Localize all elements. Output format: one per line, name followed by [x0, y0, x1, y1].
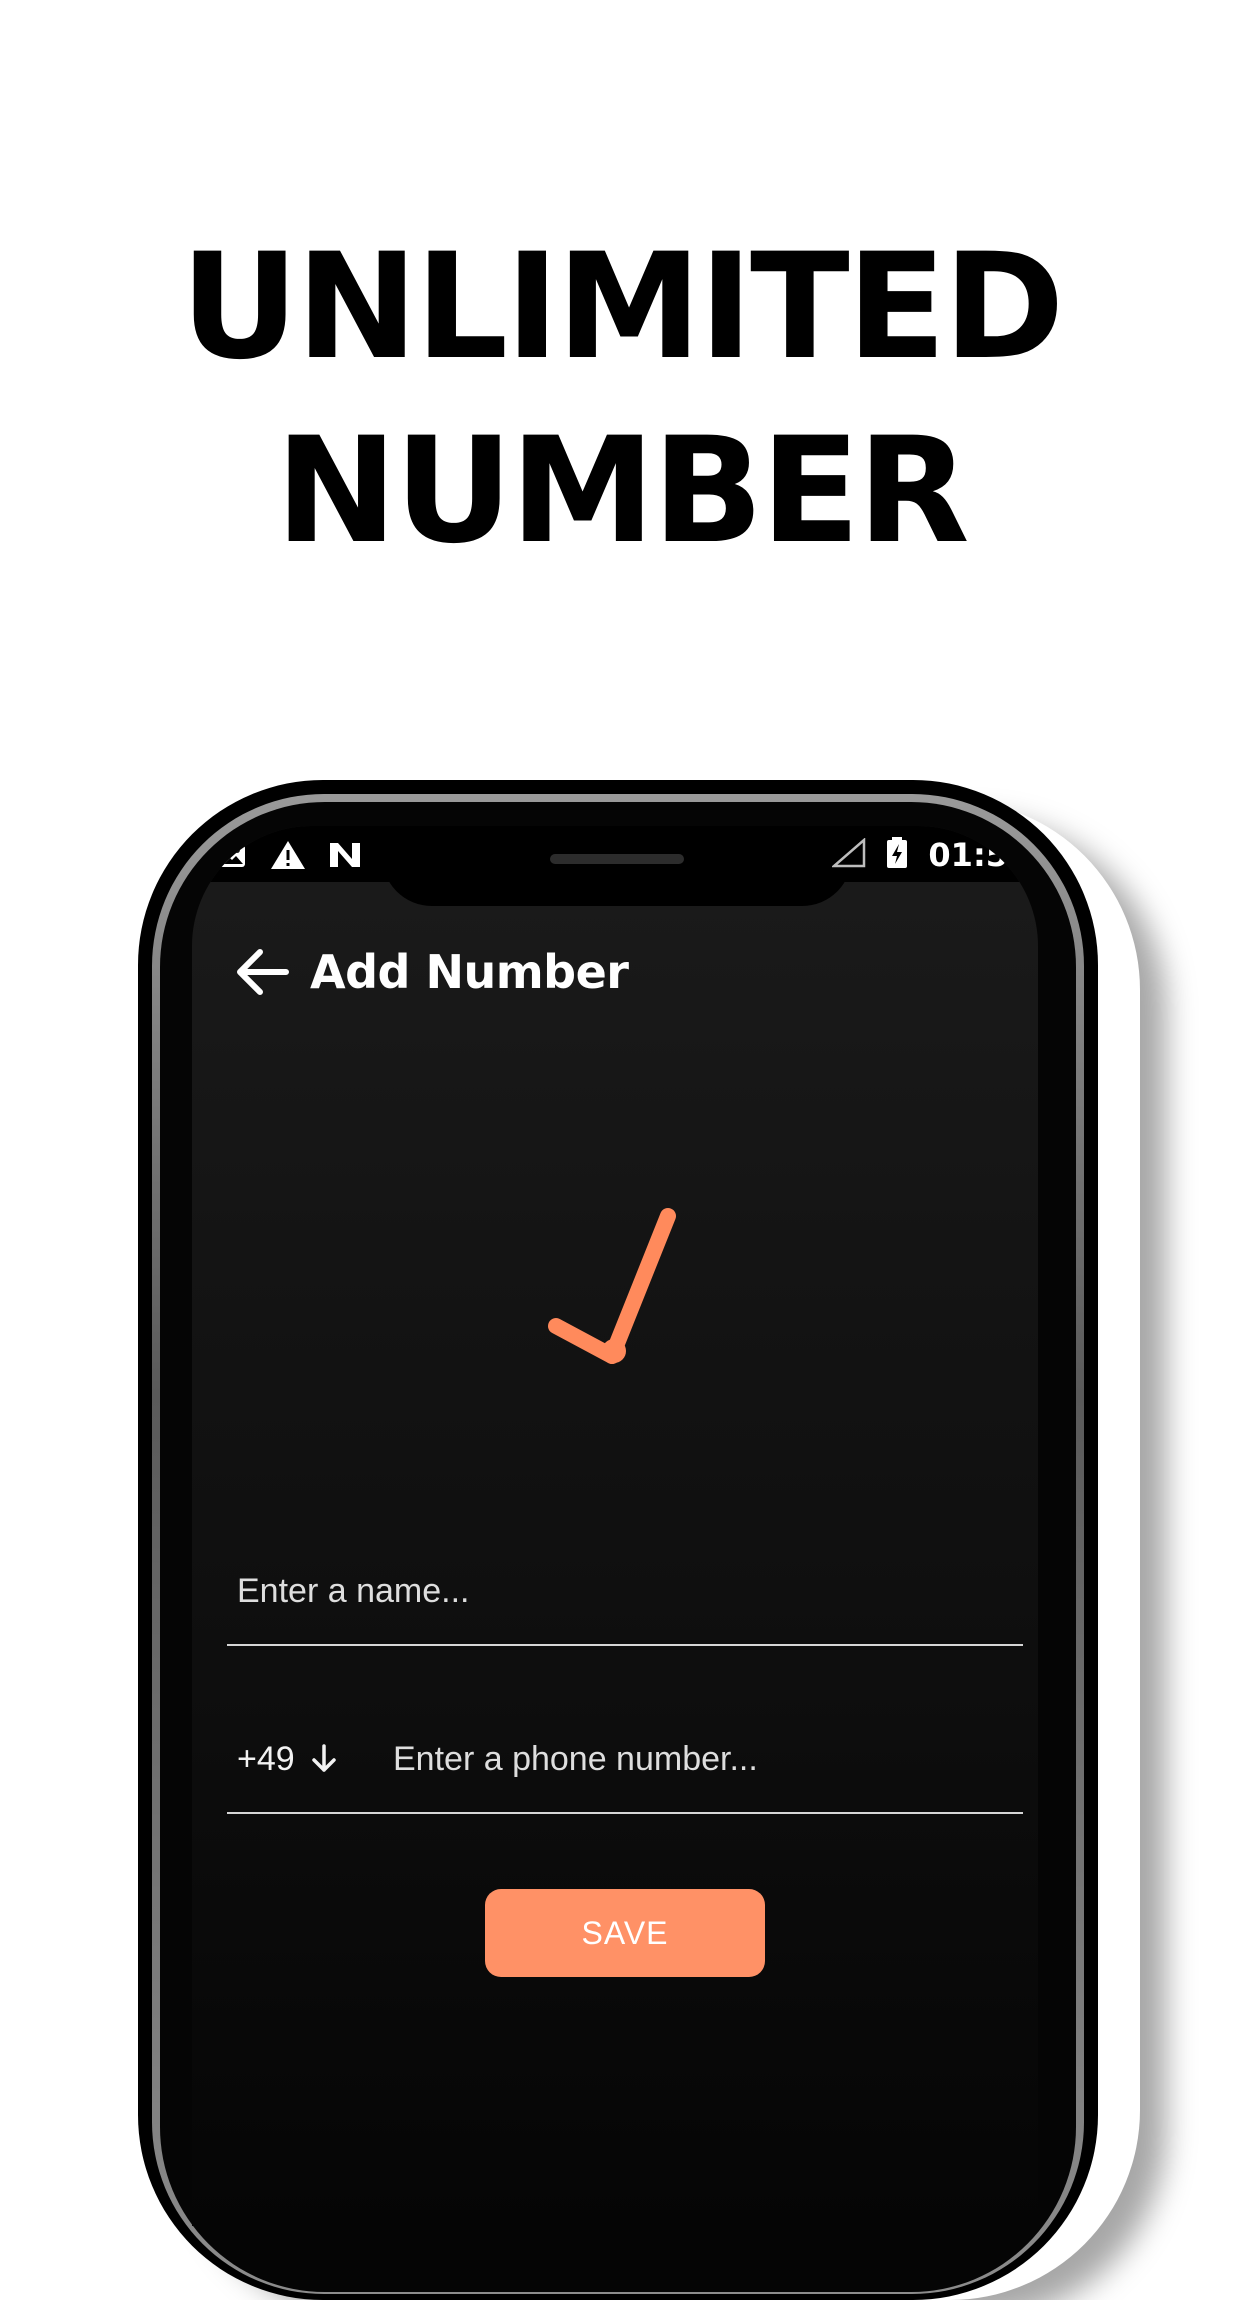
- back-button[interactable]: [232, 942, 292, 1002]
- clock-hands-icon: [548, 1208, 676, 1364]
- phone-field: +49: [227, 1694, 1023, 1814]
- status-bar: 01:5: [192, 826, 1038, 906]
- page-title: Add Number: [310, 945, 629, 999]
- name-input[interactable]: [237, 1566, 1007, 1616]
- n-notification-icon: [328, 841, 362, 869]
- camera-notch: [382, 826, 852, 906]
- status-icons-left: [214, 840, 362, 870]
- status-time: 01:5: [928, 836, 1008, 874]
- arrow-left-icon: [237, 949, 289, 995]
- headline-line-2: NUMBER: [275, 406, 969, 576]
- name-field: [227, 1526, 1023, 1646]
- speaker-grille: [550, 854, 684, 864]
- warning-icon: [270, 840, 306, 870]
- country-code-label: +49: [237, 1739, 295, 1778]
- app-screen: 01:5 Add Number +49 SAVE: [192, 826, 1038, 2226]
- clock-illustration: [532, 1196, 692, 1401]
- app-bar: Add Number: [232, 936, 629, 1008]
- country-code-selector[interactable]: +49: [237, 1734, 337, 1784]
- phone-number-input[interactable]: [393, 1734, 1013, 1784]
- landscape-notification-icon: [214, 841, 248, 869]
- promo-headline: UNLIMITED NUMBER: [0, 215, 1242, 583]
- signal-icon: [831, 836, 866, 873]
- arrow-down-icon: [311, 1744, 336, 1772]
- battery-charging-icon: [886, 836, 908, 874]
- headline-line-1: UNLIMITED: [180, 222, 1064, 392]
- status-icons-right: 01:5: [831, 836, 1008, 874]
- save-button[interactable]: SAVE: [485, 1889, 765, 1977]
